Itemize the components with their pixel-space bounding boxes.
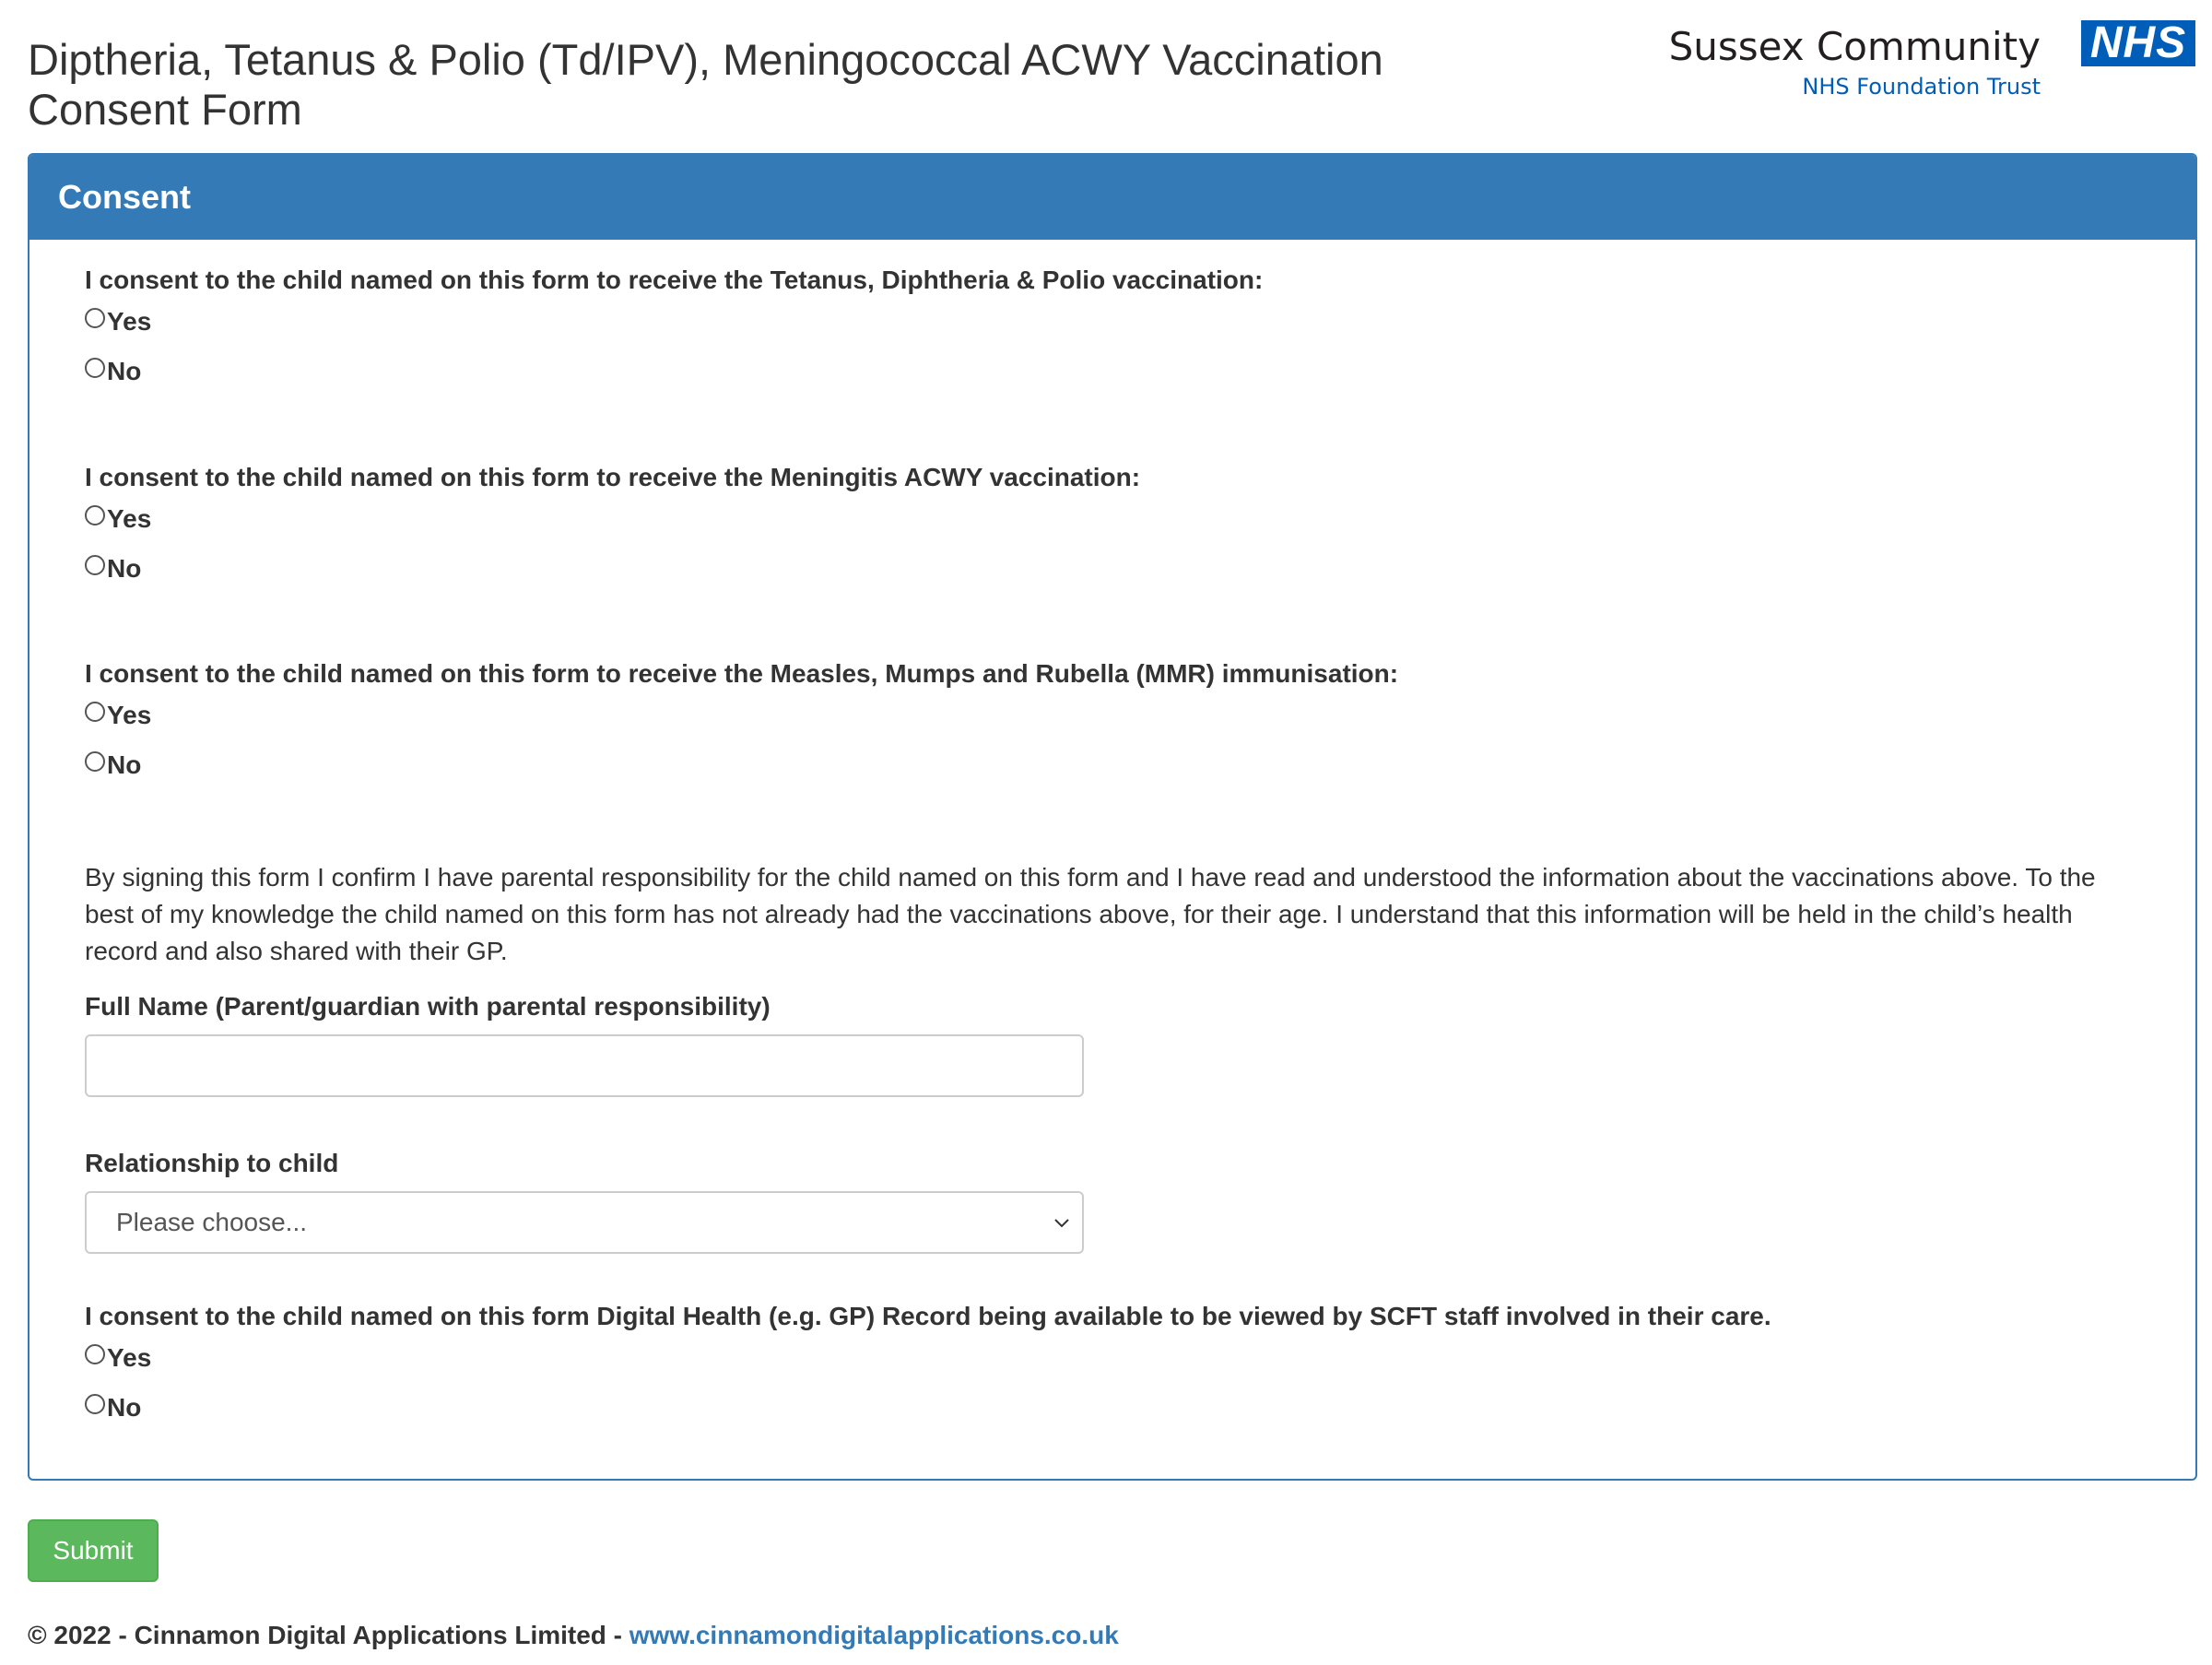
- chevron-down-icon: [1054, 1219, 1069, 1228]
- radio-button[interactable]: [85, 358, 105, 378]
- relationship-label: Relationship to child: [85, 1149, 339, 1177]
- page-header: Diptheria, Tetanus & Polio (Td/IPV), Men…: [28, 0, 2195, 153]
- page-title: Diptheria, Tetanus & Polio (Td/IPV), Men…: [28, 35, 1594, 135]
- radio-option-tdipv-yes[interactable]: Yes: [85, 297, 2140, 347]
- question-mmr-label: I consent to the child named on this for…: [85, 659, 1399, 688]
- radio-label[interactable]: Yes: [107, 307, 151, 337]
- page: Diptheria, Tetanus & Polio (Td/IPV), Men…: [28, 0, 2197, 1649]
- nhs-badge: NHS: [2081, 20, 2195, 66]
- radio-button[interactable]: [85, 308, 105, 328]
- radio-label[interactable]: Yes: [107, 504, 151, 534]
- radio-button[interactable]: [85, 505, 105, 525]
- question-tdipv: I consent to the child named on this for…: [85, 264, 2140, 396]
- radio-option-digital-record-no[interactable]: No: [85, 1383, 2140, 1433]
- page-title-line2: Consent Form: [28, 85, 302, 134]
- footer: © 2022 - Cinnamon Digital Applications L…: [28, 1621, 1119, 1650]
- radio-label[interactable]: Yes: [107, 1343, 151, 1373]
- question-digital-record-label: I consent to the child named on this for…: [85, 1302, 1771, 1330]
- radio-option-mmr-yes[interactable]: Yes: [85, 691, 2140, 740]
- consent-panel: Consent I consent to the child named on …: [28, 153, 2197, 1481]
- radio-label[interactable]: No: [107, 1393, 141, 1423]
- radio-option-digital-record-yes[interactable]: Yes: [85, 1333, 2140, 1383]
- radio-button[interactable]: [85, 702, 105, 722]
- question-digital-record: I consent to the child named on this for…: [85, 1300, 2140, 1433]
- logo-organisation-name: Sussex Community: [1668, 24, 2041, 69]
- page-title-line1: Diptheria, Tetanus & Polio (Td/IPV), Men…: [28, 35, 1383, 84]
- footer-link[interactable]: www.cinnamondigitalapplications.co.uk: [629, 1621, 1119, 1649]
- radio-button[interactable]: [85, 1394, 105, 1414]
- radio-label[interactable]: No: [107, 554, 141, 584]
- relationship-selected-value: Please choose...: [116, 1208, 308, 1236]
- radio-button[interactable]: [85, 555, 105, 575]
- radio-button[interactable]: [85, 751, 105, 772]
- panel-body: I consent to the child named on this for…: [85, 240, 2140, 1479]
- submit-button[interactable]: Submit: [28, 1519, 159, 1582]
- relationship-select[interactable]: Please choose...: [85, 1191, 1084, 1254]
- radio-label[interactable]: Yes: [107, 701, 151, 730]
- question-menacwy-label: I consent to the child named on this for…: [85, 463, 1141, 491]
- panel-heading: Consent: [29, 155, 2195, 240]
- declaration-text: By signing this form I confirm I have pa…: [85, 863, 2096, 965]
- radio-label[interactable]: No: [107, 750, 141, 780]
- full-name-label: Full Name (Parent/guardian with parental…: [85, 992, 771, 1021]
- radio-option-tdipv-no[interactable]: No: [85, 347, 2140, 396]
- full-name-input[interactable]: [85, 1034, 1084, 1097]
- logo-trust-name: NHS Foundation Trust: [1802, 74, 2041, 100]
- footer-copyright: © 2022 - Cinnamon Digital Applications L…: [28, 1621, 629, 1649]
- sussex-community-nhs-logo: Sussex Community NHS Foundation Trust NH…: [1669, 18, 2195, 111]
- radio-option-menacwy-yes[interactable]: Yes: [85, 494, 2140, 544]
- question-tdipv-label: I consent to the child named on this for…: [85, 266, 1264, 294]
- question-mmr: I consent to the child named on this for…: [85, 657, 2140, 790]
- question-menacwy: I consent to the child named on this for…: [85, 461, 2140, 594]
- radio-button[interactable]: [85, 1344, 105, 1364]
- radio-label[interactable]: No: [107, 357, 141, 386]
- radio-option-mmr-no[interactable]: No: [85, 740, 2140, 790]
- radio-option-menacwy-no[interactable]: No: [85, 544, 2140, 594]
